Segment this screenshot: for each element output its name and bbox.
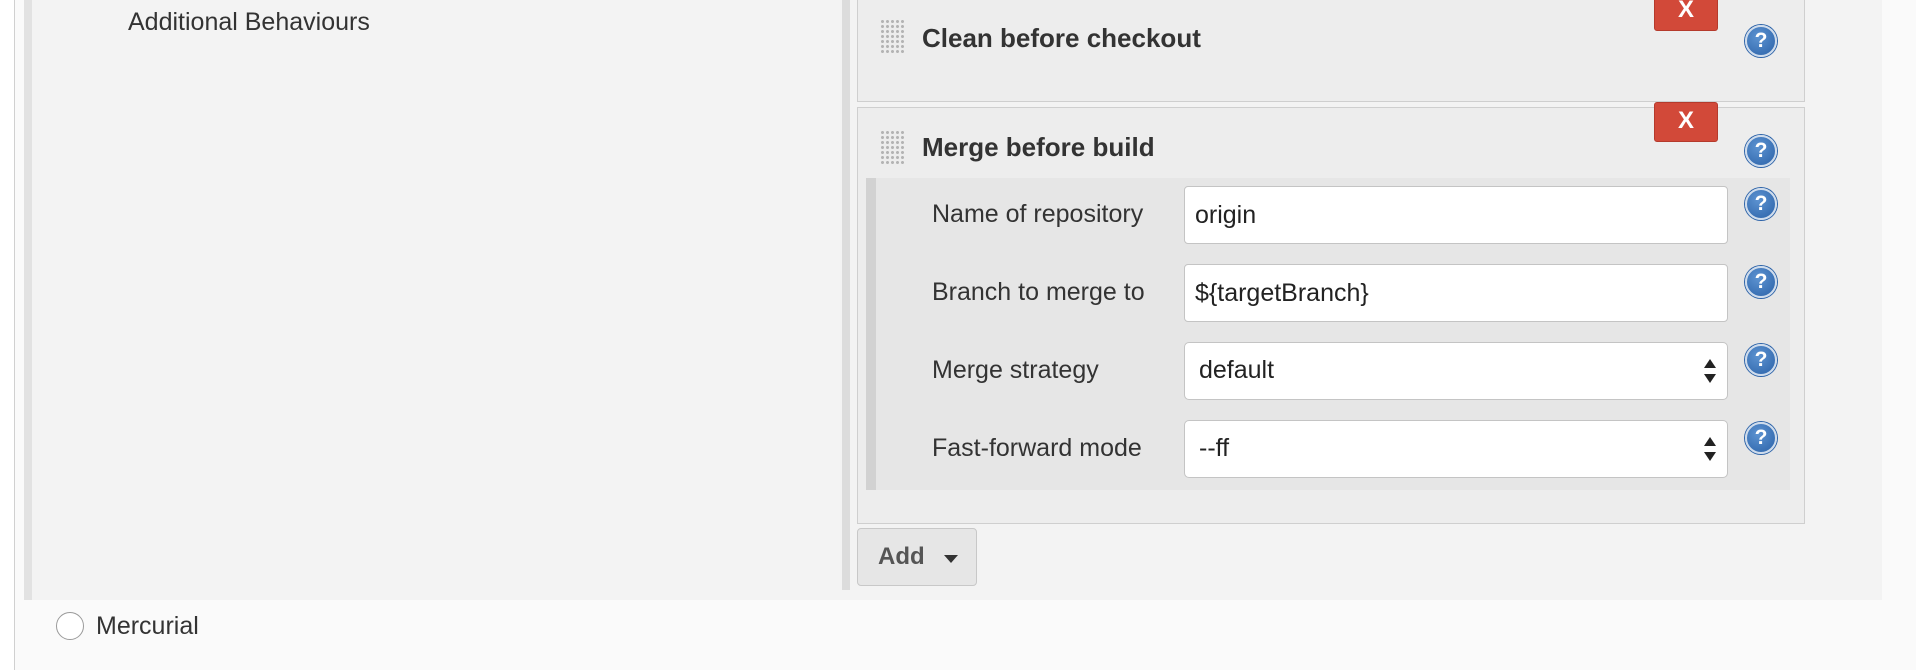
chevron-down-icon (944, 555, 958, 563)
behaviour-merge-before-build: Merge before build X ? Name of repositor… (857, 102, 1805, 524)
select-arrows-icon (1703, 435, 1717, 463)
add-button-label: Add (878, 543, 925, 570)
help-icon[interactable]: ? (1745, 344, 1777, 376)
fast-forward-select[interactable]: --ff (1184, 420, 1728, 478)
merge-strategy-select[interactable]: default (1184, 342, 1728, 400)
merge-strategy-value: default (1199, 356, 1275, 384)
add-behaviour-button[interactable]: Add (857, 528, 977, 586)
behaviour-clean-before-checkout: Clean before checkout X ? (857, 0, 1805, 102)
scm-option-mercurial: Mercurial (40, 604, 1900, 654)
help-icon[interactable]: ? (1745, 422, 1777, 454)
drag-handle-icon[interactable] (880, 130, 904, 166)
branch-input[interactable] (1184, 264, 1728, 322)
mercurial-label[interactable]: Mercurial (96, 612, 199, 641)
help-icon[interactable]: ? (1745, 25, 1777, 57)
repository-input[interactable] (1184, 186, 1728, 244)
behaviour-title: Merge before build (922, 132, 1155, 162)
fast-forward-value: --ff (1199, 434, 1230, 462)
fast-forward-label: Fast-forward mode (932, 434, 1142, 462)
branch-label: Branch to merge to (932, 278, 1145, 306)
delete-button[interactable]: X (1654, 0, 1718, 31)
behaviour-title: Clean before checkout (922, 23, 1201, 53)
select-arrows-icon (1703, 357, 1717, 385)
merge-strategy-label: Merge strategy (932, 356, 1099, 384)
help-icon[interactable]: ? (1745, 266, 1777, 298)
merge-options-panel: Name of repository ? Branch to merge to … (866, 178, 1790, 490)
help-icon[interactable]: ? (1745, 188, 1777, 220)
delete-button[interactable]: X (1654, 102, 1718, 142)
mercurial-radio[interactable] (56, 612, 84, 640)
help-icon[interactable]: ? (1745, 135, 1777, 167)
repository-label: Name of repository (932, 200, 1144, 228)
drag-handle-icon[interactable] (880, 19, 904, 55)
additional-behaviours-label: Additional Behaviours (128, 8, 370, 36)
